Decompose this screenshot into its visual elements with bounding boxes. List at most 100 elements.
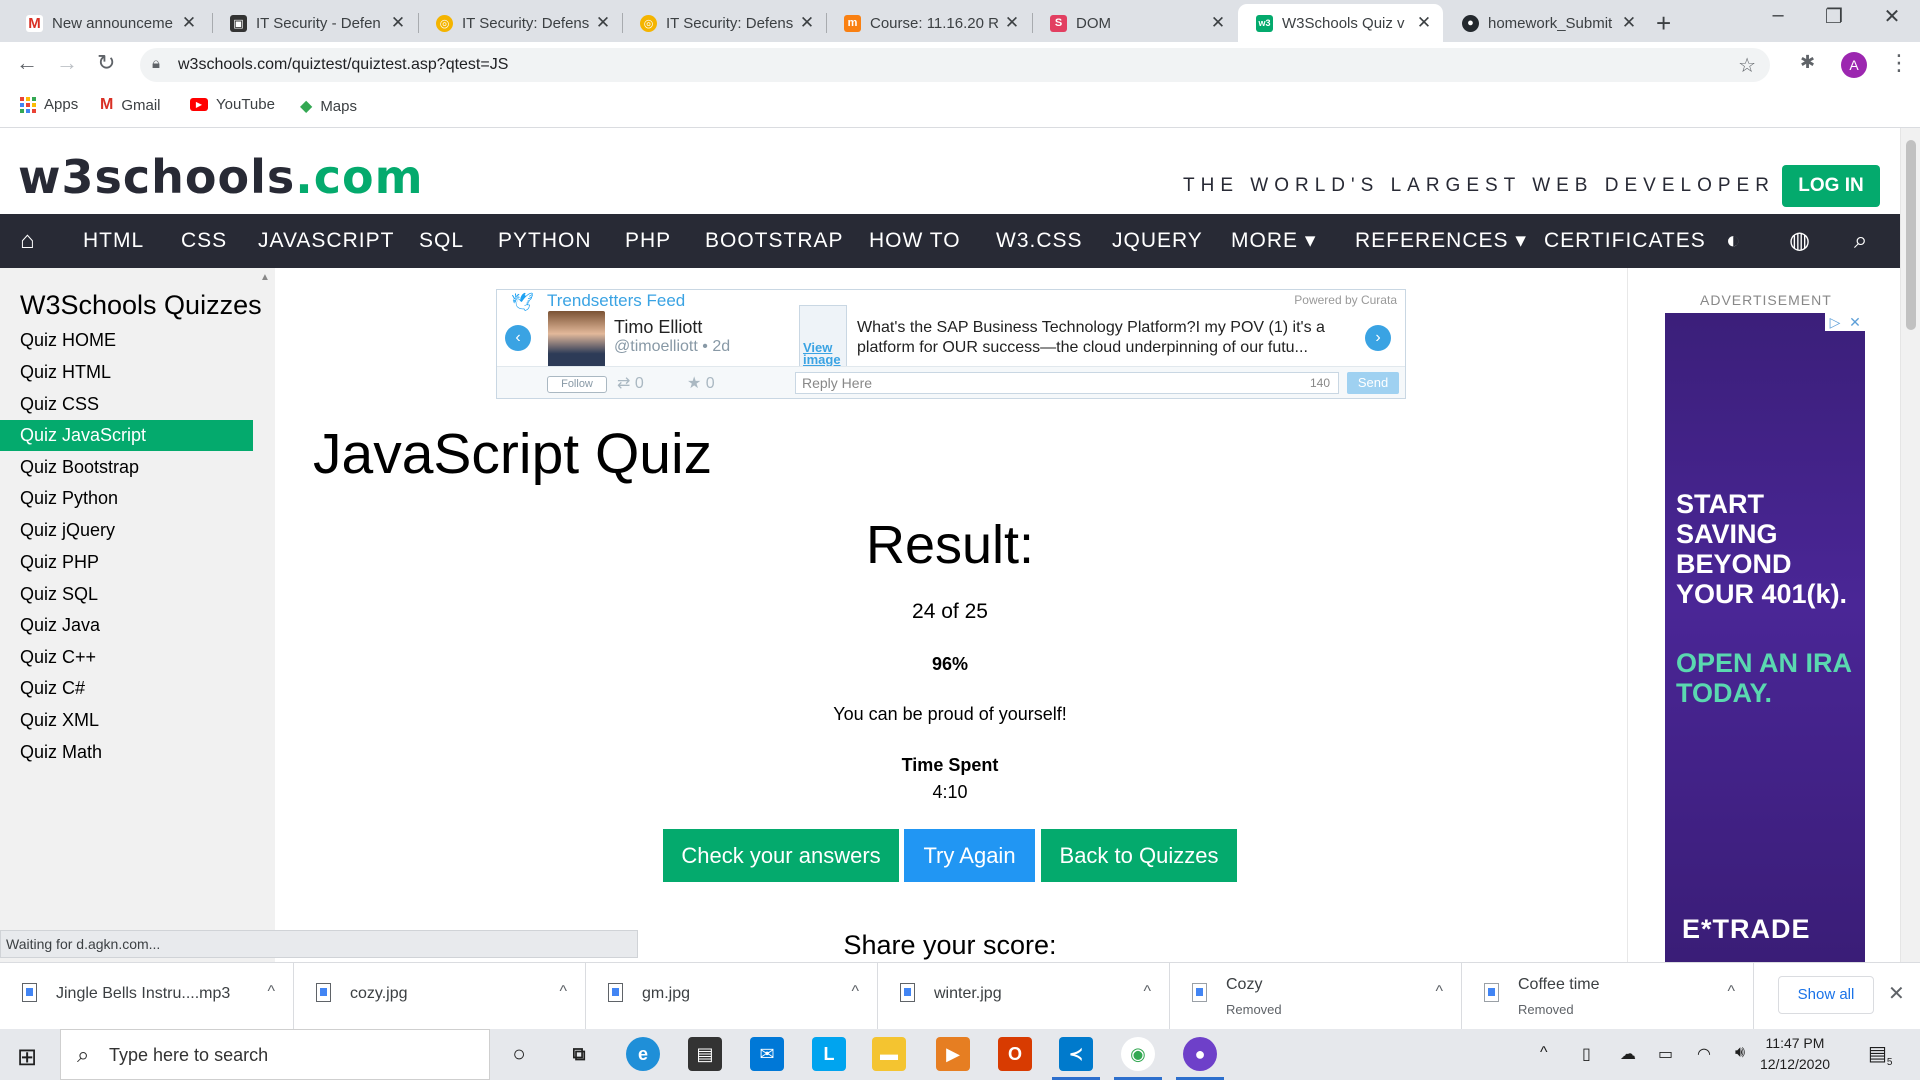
volume-icon[interactable]: 🔊︎ [1735, 1044, 1745, 1062]
sidebar-item-quiz-csharp[interactable]: Quiz C# [0, 673, 253, 704]
back-icon[interactable]: ← [16, 50, 38, 76]
back-to-quizzes-button[interactable]: Back to Quizzes [1041, 829, 1237, 882]
url-text[interactable]: w3schools.com/quiztest/quiztest.asp?qtes… [178, 56, 508, 74]
sidebar-item-quiz-xml[interactable]: Quiz XML [0, 705, 253, 736]
nav-html[interactable]: HTML [83, 214, 144, 268]
chevron-up-icon[interactable]: ^ [267, 983, 275, 1001]
bookmark-star-icon[interactable]: ☆ [1738, 53, 1756, 78]
extensions-icon[interactable]: ✱ [1800, 52, 1815, 73]
scroll-up-icon[interactable]: ▲ [260, 272, 270, 283]
author-name[interactable]: Timo Elliott [614, 317, 702, 338]
globe-icon[interactable]: ◍ [1789, 214, 1810, 268]
close-icon[interactable]: ✕ [798, 13, 816, 33]
minimize-button[interactable]: – [1750, 4, 1806, 27]
feed-title[interactable]: Trendsetters Feed [547, 291, 685, 311]
nav-how-to[interactable]: HOW TO [869, 214, 961, 268]
address-bar[interactable]: 🔒︎ w3schools.com/quiztest/quiztest.asp?q… [140, 48, 1770, 82]
chevron-up-icon[interactable]: ^ [1540, 1044, 1548, 1062]
chevron-up-icon[interactable]: ^ [1143, 983, 1151, 1001]
download-item[interactable]: Cozy Removed ^ [1170, 963, 1462, 1030]
taskbar-search[interactable]: ⌕ Type here to search [60, 1029, 490, 1080]
store-icon[interactable]: ▤ [688, 1037, 722, 1071]
sidebar-item-quiz-javascript[interactable]: Quiz JavaScript [0, 420, 253, 451]
sidebar-item-quiz-php[interactable]: Quiz PHP [0, 547, 253, 578]
close-icon[interactable]: ✕ [180, 13, 198, 33]
office-icon[interactable]: O [998, 1037, 1032, 1071]
close-icon[interactable]: ✕ [389, 13, 407, 33]
close-icon[interactable]: ✕ [1415, 13, 1433, 33]
cortana-icon[interactable]: ○ [502, 1037, 536, 1071]
download-item[interactable]: winter.jpg ^ [878, 963, 1170, 1030]
chevron-up-icon[interactable]: ^ [1727, 983, 1735, 1001]
notification-center-icon[interactable]: ▤5 [1868, 1041, 1892, 1068]
close-icon[interactable]: ✕ [1003, 13, 1021, 33]
check-answers-button[interactable]: Check your answers [663, 829, 899, 882]
sidebar-item-quiz-python[interactable]: Quiz Python [0, 483, 253, 514]
favorite-button[interactable]: ★ 0 [687, 373, 715, 393]
contrast-icon[interactable]: ◐ [1726, 214, 1741, 268]
task-view-icon[interactable]: ⧉ [562, 1037, 596, 1071]
scroll-thumb[interactable] [1906, 140, 1916, 330]
sidebar-item-quiz-css[interactable]: Quiz CSS [0, 389, 253, 420]
bookmark-gmail[interactable]: M Gmail [100, 96, 161, 114]
vscode-icon[interactable]: ≺ [1059, 1037, 1093, 1071]
onedrive-icon[interactable]: ☁ [1620, 1044, 1636, 1064]
device-icon[interactable]: ▯ [1582, 1044, 1591, 1064]
sidebar-item-quiz-cpp[interactable]: Quiz C++ [0, 642, 253, 673]
tab-github[interactable]: ● homework_Submit ✕ [1444, 4, 1648, 42]
nav-more[interactable]: MORE ▾ [1231, 214, 1316, 268]
tab-dom[interactable]: S DOM ✕ [1032, 4, 1237, 42]
reload-icon[interactable]: ↻ [97, 50, 115, 76]
send-button[interactable]: Send [1347, 372, 1399, 394]
page-scrollbar[interactable] [1900, 128, 1920, 962]
login-button[interactable]: LOG IN [1782, 165, 1880, 207]
follow-button[interactable]: Follow [547, 376, 607, 393]
search-icon[interactable]: ⌕ [1854, 214, 1867, 268]
bookmark-youtube[interactable]: ▶ YouTube [190, 96, 275, 113]
tab-it-security-2[interactable]: ◎ IT Security: Defens ✕ [418, 4, 622, 42]
tab-w3schools[interactable]: w3 W3Schools Quiz v ✕ [1238, 4, 1443, 42]
l-app-icon[interactable]: L [812, 1037, 846, 1071]
nav-php[interactable]: PHP [625, 214, 671, 268]
close-window-button[interactable]: ✕ [1864, 4, 1920, 29]
bookmark-maps[interactable]: ◆ Maps [300, 96, 357, 116]
sidebar-item-quiz-bootstrap[interactable]: Quiz Bootstrap [0, 452, 253, 483]
feed-next-arrow-icon[interactable]: › [1365, 325, 1391, 351]
sidebar-item-quiz-home[interactable]: Quiz HOME [0, 325, 253, 356]
download-item[interactable]: cozy.jpg ^ [294, 963, 586, 1030]
nav-references[interactable]: REFERENCES ▾ [1355, 214, 1527, 268]
nav-bootstrap[interactable]: BOOTSTRAP [705, 214, 844, 268]
chevron-up-icon[interactable]: ^ [559, 983, 567, 1001]
home-icon[interactable]: ⌂ [20, 214, 35, 268]
sidebar-item-quiz-math[interactable]: Quiz Math [0, 737, 253, 768]
tab-gmail[interactable]: M New announceme ✕ [8, 4, 208, 42]
feed-prev-arrow-icon[interactable]: ‹ [505, 325, 531, 351]
retweet-button[interactable]: ⇄ 0 [617, 373, 644, 393]
mail-icon[interactable]: ✉ [750, 1037, 784, 1071]
download-item[interactable]: Coffee time Removed ^ [1462, 963, 1754, 1030]
w3schools-logo[interactable]: w3schools.com [18, 150, 424, 204]
bookmark-apps[interactable]: Apps [20, 96, 78, 113]
view-image-thumbnail[interactable]: View image [799, 305, 847, 367]
show-all-button[interactable]: Show all [1778, 976, 1874, 1014]
download-item[interactable]: Jingle Bells Instru....mp3 ^ [0, 963, 294, 1030]
adchoices-icon[interactable]: ▷ [1825, 313, 1845, 331]
chevron-up-icon[interactable]: ^ [1435, 983, 1443, 1001]
close-icon[interactable]: ✕ [594, 13, 612, 33]
chevron-up-icon[interactable]: ^ [851, 983, 859, 1001]
close-icon[interactable]: ✕ [1888, 981, 1905, 1006]
forward-icon[interactable]: → [56, 50, 78, 76]
download-item[interactable]: gm.jpg ^ [586, 963, 878, 1030]
nav-python[interactable]: PYTHON [498, 214, 592, 268]
edge-icon[interactable]: e [626, 1037, 660, 1071]
new-tab-button[interactable]: + [1656, 8, 1671, 39]
tab-course[interactable]: m Course: 11.16.20 R ✕ [826, 4, 1031, 42]
close-icon[interactable]: ✕ [1620, 13, 1638, 33]
windows-start-icon[interactable]: ⊞ [17, 1043, 37, 1072]
clock-time[interactable]: 11:47 PM [1755, 1035, 1835, 1051]
nav-css[interactable]: CSS [181, 214, 227, 268]
nav-sql[interactable]: SQL [419, 214, 464, 268]
sidebar-item-quiz-sql[interactable]: Quiz SQL [0, 579, 253, 610]
advertisement-banner[interactable]: ▷ ✕ START SAVING BEYOND YOUR 401(k). OPE… [1665, 313, 1865, 962]
close-icon[interactable]: ✕ [1209, 13, 1227, 33]
